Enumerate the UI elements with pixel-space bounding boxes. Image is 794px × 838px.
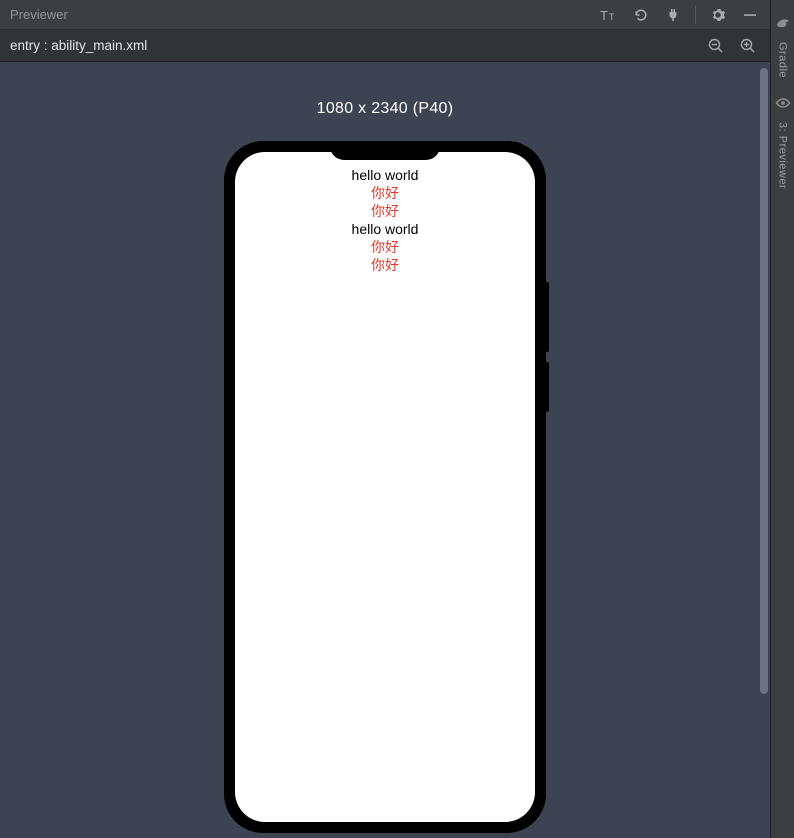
rail-label-previewer: 3: Previewer: [777, 122, 789, 189]
zoom-in-icon: [739, 37, 757, 55]
screen-text-line: hello world: [352, 166, 419, 184]
gradle-icon: [772, 12, 794, 34]
rail-label-gradle: Gradle: [777, 42, 789, 78]
canvas-inner: 1080 x 2340 (P40) hello world你好你好hello w…: [0, 62, 770, 838]
svg-text:T: T: [600, 8, 608, 23]
refresh-button[interactable]: [629, 3, 653, 27]
screen-text-line: hello world: [352, 220, 419, 238]
zoom-out-icon: [707, 37, 725, 55]
dimension-label: 1080 x 2340 (P40): [317, 100, 454, 118]
rail-item-previewer[interactable]: 3: Previewer: [772, 88, 794, 193]
screen-text-line: 你好: [371, 238, 399, 256]
phone-screen[interactable]: hello world你好你好hello world你好你好: [235, 152, 535, 822]
zoom-out-button[interactable]: [704, 34, 728, 58]
refresh-icon: [633, 7, 649, 23]
eye-icon: [772, 92, 794, 114]
svg-text:T: T: [609, 12, 615, 22]
rail-item-gradle[interactable]: Gradle: [772, 8, 794, 82]
toolbar-divider: [695, 6, 696, 24]
file-path: entry : ability_main.xml: [10, 38, 147, 53]
minimize-button[interactable]: [738, 3, 762, 27]
minimize-icon: [743, 8, 757, 22]
screen-text-line: 你好: [371, 256, 399, 274]
settings-button[interactable]: [706, 3, 730, 27]
gear-icon: [710, 7, 726, 23]
phone-notch: [330, 142, 440, 160]
main-column: Previewer T T: [0, 0, 770, 838]
plug-icon: [665, 7, 681, 23]
plug-button[interactable]: [661, 3, 685, 27]
side-rail: Gradle 3: Previewer: [770, 0, 794, 838]
screen-text-line: 你好: [371, 184, 399, 202]
preview-canvas: 1080 x 2340 (P40) hello world你好你好hello w…: [0, 62, 770, 838]
font-size-icon: T T: [600, 7, 618, 23]
screen-text-line: 你好: [371, 202, 399, 220]
phone-frame: hello world你好你好hello world你好你好: [225, 142, 545, 832]
font-size-button[interactable]: T T: [597, 3, 621, 27]
zoom-in-button[interactable]: [736, 34, 760, 58]
scrollbar-thumb[interactable]: [760, 68, 768, 694]
phone-side-key: [545, 362, 549, 412]
phone-side-key: [545, 282, 549, 352]
filebar: entry : ability_main.xml: [0, 30, 770, 62]
scrollbar-track[interactable]: [760, 68, 768, 832]
panel-title: Previewer: [10, 7, 68, 22]
titlebar: Previewer T T: [0, 0, 770, 30]
